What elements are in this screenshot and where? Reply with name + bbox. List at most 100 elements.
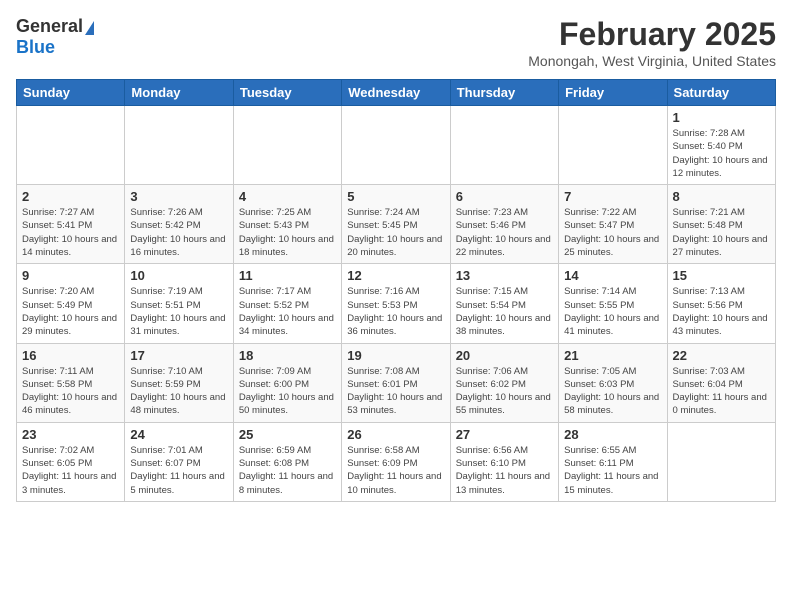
calendar-cell — [342, 106, 450, 185]
calendar-cell: 21 Sunrise: 7:05 AM Sunset: 6:03 PM Dayli… — [559, 343, 667, 422]
logo-general-text: General — [16, 16, 83, 37]
day-number: 11 — [239, 268, 336, 283]
day-number: 15 — [673, 268, 770, 283]
day-number: 21 — [564, 348, 661, 363]
day-number: 20 — [456, 348, 553, 363]
day-info: Sunrise: 7:05 AM Sunset: 6:03 PM Dayligh… — [564, 365, 661, 418]
day-info: Sunrise: 7:28 AM Sunset: 5:40 PM Dayligh… — [673, 127, 770, 180]
day-number: 8 — [673, 189, 770, 204]
calendar-week-row: 2Sunrise: 7:27 AM Sunset: 5:41 PM Daylig… — [17, 185, 776, 264]
day-info: Sunrise: 7:20 AM Sunset: 5:49 PM Dayligh… — [22, 285, 119, 338]
day-info: Sunrise: 7:24 AM Sunset: 5:45 PM Dayligh… — [347, 206, 444, 259]
day-info: Sunrise: 7:02 AM Sunset: 6:05 PM Dayligh… — [22, 444, 119, 497]
day-number: 4 — [239, 189, 336, 204]
day-number: 22 — [673, 348, 770, 363]
day-number: 26 — [347, 427, 444, 442]
calendar-cell — [559, 106, 667, 185]
day-info: Sunrise: 7:10 AM Sunset: 5:59 PM Dayligh… — [130, 365, 227, 418]
calendar-cell: 19Sunrise: 7:08 AM Sunset: 6:01 PM Dayli… — [342, 343, 450, 422]
calendar-header-monday: Monday — [125, 80, 233, 106]
day-info: Sunrise: 7:16 AM Sunset: 5:53 PM Dayligh… — [347, 285, 444, 338]
header: General Blue February 2025 Monongah, Wes… — [16, 16, 776, 69]
day-number: 23 — [22, 427, 119, 442]
day-info: Sunrise: 6:55 AM Sunset: 6:11 PM Dayligh… — [564, 444, 661, 497]
calendar-table: SundayMondayTuesdayWednesdayThursdayFrid… — [16, 79, 776, 502]
day-info: Sunrise: 7:21 AM Sunset: 5:48 PM Dayligh… — [673, 206, 770, 259]
day-info: Sunrise: 7:17 AM Sunset: 5:52 PM Dayligh… — [239, 285, 336, 338]
calendar-cell: 2Sunrise: 7:27 AM Sunset: 5:41 PM Daylig… — [17, 185, 125, 264]
calendar-cell: 20 Sunrise: 7:06 AM Sunset: 6:02 PM Dayli… — [450, 343, 558, 422]
day-number: 27 — [456, 427, 553, 442]
calendar-header-thursday: Thursday — [450, 80, 558, 106]
day-number: 1 — [673, 110, 770, 125]
day-info: Sunrise: 6:56 AM Sunset: 6:10 PM Dayligh… — [456, 444, 553, 497]
calendar-week-row: 16 Sunrise: 7:11 AM Sunset: 5:58 PM Dayli… — [17, 343, 776, 422]
calendar-cell: 7 Sunrise: 7:22 AM Sunset: 5:47 PM Daylig… — [559, 185, 667, 264]
day-number: 13 — [456, 268, 553, 283]
calendar-header-friday: Friday — [559, 80, 667, 106]
day-info: Sunrise: 7:13 AM Sunset: 5:56 PM Dayligh… — [673, 285, 770, 338]
calendar-cell: 6 Sunrise: 7:23 AM Sunset: 5:46 PM Daylig… — [450, 185, 558, 264]
day-info: Sunrise: 7:19 AM Sunset: 5:51 PM Dayligh… — [130, 285, 227, 338]
calendar-header-sunday: Sunday — [17, 80, 125, 106]
day-number: 7 — [564, 189, 661, 204]
calendar-cell: 23 Sunrise: 7:02 AM Sunset: 6:05 PM Dayli… — [17, 422, 125, 501]
logo-triangle-icon — [85, 21, 94, 35]
calendar-cell: 25Sunrise: 6:59 AM Sunset: 6:08 PM Dayli… — [233, 422, 341, 501]
day-number: 12 — [347, 268, 444, 283]
calendar-week-row: 9 Sunrise: 7:20 AM Sunset: 5:49 PM Daylig… — [17, 264, 776, 343]
day-info: Sunrise: 7:15 AM Sunset: 5:54 PM Dayligh… — [456, 285, 553, 338]
calendar-cell: 1 Sunrise: 7:28 AM Sunset: 5:40 PM Daylig… — [667, 106, 775, 185]
day-number: 19 — [347, 348, 444, 363]
day-number: 10 — [130, 268, 227, 283]
calendar-cell: 10 Sunrise: 7:19 AM Sunset: 5:51 PM Dayli… — [125, 264, 233, 343]
month-year-title: February 2025 — [528, 16, 776, 53]
day-info: Sunrise: 7:22 AM Sunset: 5:47 PM Dayligh… — [564, 206, 661, 259]
calendar-cell: 14Sunrise: 7:14 AM Sunset: 5:55 PM Dayli… — [559, 264, 667, 343]
calendar-cell — [667, 422, 775, 501]
calendar-cell: 12 Sunrise: 7:16 AM Sunset: 5:53 PM Dayli… — [342, 264, 450, 343]
day-info: Sunrise: 7:25 AM Sunset: 5:43 PM Dayligh… — [239, 206, 336, 259]
day-number: 3 — [130, 189, 227, 204]
logo: General Blue — [16, 16, 94, 58]
day-info: Sunrise: 7:27 AM Sunset: 5:41 PM Dayligh… — [22, 206, 119, 259]
calendar-cell: 16 Sunrise: 7:11 AM Sunset: 5:58 PM Dayli… — [17, 343, 125, 422]
calendar-cell: 4 Sunrise: 7:25 AM Sunset: 5:43 PM Daylig… — [233, 185, 341, 264]
calendar-cell — [233, 106, 341, 185]
day-number: 16 — [22, 348, 119, 363]
day-info: Sunrise: 6:58 AM Sunset: 6:09 PM Dayligh… — [347, 444, 444, 497]
day-number: 14 — [564, 268, 661, 283]
title-area: February 2025 Monongah, West Virginia, U… — [528, 16, 776, 69]
day-info: Sunrise: 7:09 AM Sunset: 6:00 PM Dayligh… — [239, 365, 336, 418]
calendar-header-row: SundayMondayTuesdayWednesdayThursdayFrid… — [17, 80, 776, 106]
calendar-cell: 13 Sunrise: 7:15 AM Sunset: 5:54 PM Dayli… — [450, 264, 558, 343]
calendar-cell: 9 Sunrise: 7:20 AM Sunset: 5:49 PM Daylig… — [17, 264, 125, 343]
calendar-cell: 24 Sunrise: 7:01 AM Sunset: 6:07 PM Dayli… — [125, 422, 233, 501]
day-number: 24 — [130, 427, 227, 442]
day-info: Sunrise: 7:06 AM Sunset: 6:02 PM Dayligh… — [456, 365, 553, 418]
calendar-header-tuesday: Tuesday — [233, 80, 341, 106]
calendar-cell: 11 Sunrise: 7:17 AM Sunset: 5:52 PM Dayli… — [233, 264, 341, 343]
calendar-cell: 18 Sunrise: 7:09 AM Sunset: 6:00 PM Dayli… — [233, 343, 341, 422]
calendar-cell — [17, 106, 125, 185]
calendar-cell: 15 Sunrise: 7:13 AM Sunset: 5:56 PM Dayli… — [667, 264, 775, 343]
day-number: 17 — [130, 348, 227, 363]
calendar-cell: 8 Sunrise: 7:21 AM Sunset: 5:48 PM Daylig… — [667, 185, 775, 264]
calendar-cell: 28 Sunrise: 6:55 AM Sunset: 6:11 PM Dayli… — [559, 422, 667, 501]
day-number: 6 — [456, 189, 553, 204]
day-number: 28 — [564, 427, 661, 442]
day-info: Sunrise: 7:23 AM Sunset: 5:46 PM Dayligh… — [456, 206, 553, 259]
calendar-header-saturday: Saturday — [667, 80, 775, 106]
day-number: 9 — [22, 268, 119, 283]
calendar-cell: 27 Sunrise: 6:56 AM Sunset: 6:10 PM Dayli… — [450, 422, 558, 501]
day-info: Sunrise: 7:03 AM Sunset: 6:04 PM Dayligh… — [673, 365, 770, 418]
calendar-cell: 5Sunrise: 7:24 AM Sunset: 5:45 PM Daylig… — [342, 185, 450, 264]
calendar-cell: 17 Sunrise: 7:10 AM Sunset: 5:59 PM Dayli… — [125, 343, 233, 422]
day-number: 18 — [239, 348, 336, 363]
calendar-week-row: 1 Sunrise: 7:28 AM Sunset: 5:40 PM Daylig… — [17, 106, 776, 185]
day-info: Sunrise: 7:01 AM Sunset: 6:07 PM Dayligh… — [130, 444, 227, 497]
location-subtitle: Monongah, West Virginia, United States — [528, 53, 776, 69]
calendar-cell: 26 Sunrise: 6:58 AM Sunset: 6:09 PM Dayli… — [342, 422, 450, 501]
day-info: Sunrise: 7:26 AM Sunset: 5:42 PM Dayligh… — [130, 206, 227, 259]
day-info: Sunrise: 7:11 AM Sunset: 5:58 PM Dayligh… — [22, 365, 119, 418]
